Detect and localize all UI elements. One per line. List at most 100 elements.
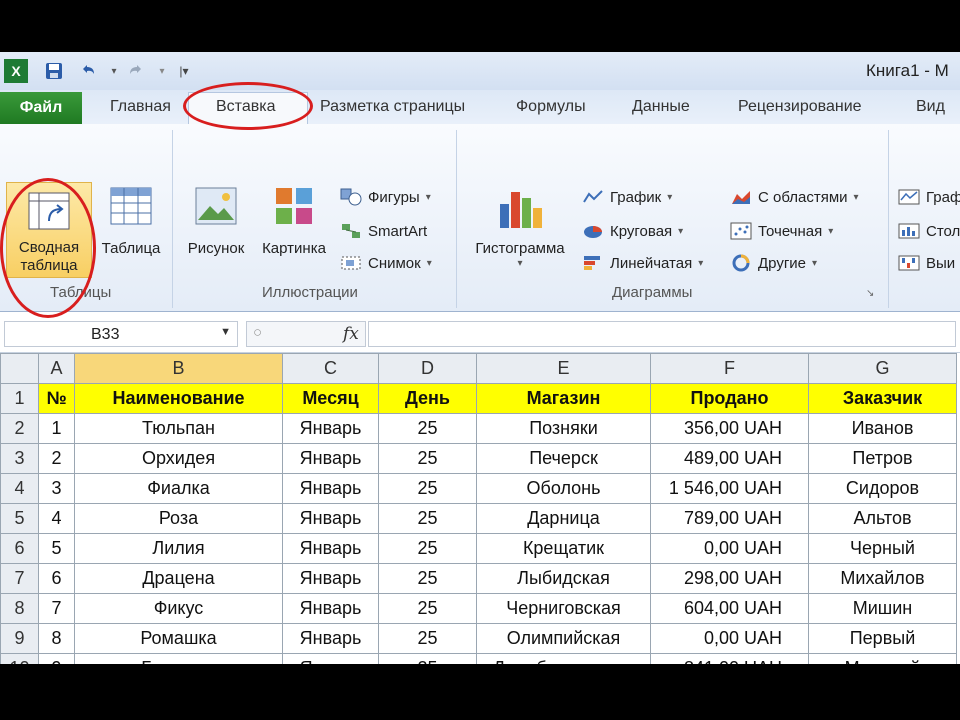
picture-button[interactable]: Рисунок xyxy=(180,186,252,258)
name-box[interactable]: B33 ▼ xyxy=(4,321,238,347)
customize-icon[interactable]: |▾ xyxy=(172,59,196,83)
table-cell[interactable]: Фикус xyxy=(74,593,283,624)
row-header[interactable]: 8 xyxy=(0,593,39,624)
row-header[interactable]: 3 xyxy=(0,443,39,474)
table-cell[interactable]: Михайлов xyxy=(808,563,957,594)
header-cell[interactable]: Заказчик xyxy=(808,383,957,414)
table-cell[interactable]: Орхидея xyxy=(74,443,283,474)
table-cell[interactable]: 356,00 UAH xyxy=(650,413,809,444)
header-cell[interactable]: Продано xyxy=(650,383,809,414)
table-cell[interactable]: Январь xyxy=(282,413,379,444)
chevron-down-icon[interactable]: ▼ xyxy=(220,326,231,338)
table-cell[interactable]: 25 xyxy=(378,623,477,654)
table-cell[interactable]: Петров xyxy=(808,443,957,474)
table-cell[interactable]: Альтов xyxy=(808,503,957,534)
column-header-c[interactable]: C xyxy=(282,353,379,384)
table-cell[interactable]: Январь xyxy=(282,623,379,654)
redo-dropdown-icon[interactable]: ▾ xyxy=(150,59,174,83)
scatter-chart-button[interactable]: Точечная ▾ xyxy=(730,222,833,240)
table-cell[interactable]: 25 xyxy=(378,533,477,564)
row-header[interactable]: 1 xyxy=(0,383,39,414)
header-cell[interactable]: Магазин xyxy=(476,383,651,414)
column-header-e[interactable]: E xyxy=(476,353,651,384)
insert-function-button[interactable]: fx xyxy=(343,324,359,344)
table-cell[interactable]: 4 xyxy=(38,503,75,534)
table-cell[interactable]: Лилия xyxy=(74,533,283,564)
smartart-button[interactable]: SmartArt xyxy=(340,222,427,240)
table-cell[interactable]: 25 xyxy=(378,653,477,664)
tab-view[interactable]: Вид xyxy=(916,98,945,116)
table-cell[interactable]: Сидоров xyxy=(808,473,957,504)
dialog-launcher-icon[interactable]: ↘ xyxy=(866,288,874,299)
table-cell[interactable]: 3 xyxy=(38,473,75,504)
pie-chart-button[interactable]: Круговая ▾ xyxy=(582,222,683,240)
table-cell[interactable]: 25 xyxy=(378,473,477,504)
formula-input[interactable] xyxy=(368,321,956,347)
table-cell[interactable]: 0,00 UAH xyxy=(650,623,809,654)
undo-dropdown-icon[interactable]: ▾ xyxy=(102,59,126,83)
row-header[interactable]: 5 xyxy=(0,503,39,534)
tab-page-layout[interactable]: Разметка страницы xyxy=(320,98,465,116)
table-cell[interactable]: Олимпийская xyxy=(476,623,651,654)
row-header[interactable]: 6 xyxy=(0,533,39,564)
line-chart-button[interactable]: График ▾ xyxy=(582,188,672,206)
table-button[interactable]: Таблица xyxy=(96,186,166,258)
header-cell[interactable]: № xyxy=(38,383,75,414)
row-header[interactable]: 10 xyxy=(0,653,39,664)
tab-formulas[interactable]: Формулы xyxy=(516,98,586,116)
table-cell[interactable]: Январь xyxy=(282,443,379,474)
header-cell[interactable]: Месяц xyxy=(282,383,379,414)
table-cell[interactable]: Иванов xyxy=(808,413,957,444)
table-cell[interactable]: 25 xyxy=(378,563,477,594)
table-cell[interactable]: Январь xyxy=(282,533,379,564)
screenshot-button[interactable]: Снимок ▾ xyxy=(340,254,432,272)
table-cell[interactable]: 25 xyxy=(378,503,477,534)
resize-handle-icon[interactable]: ○ xyxy=(253,324,262,341)
header-cell[interactable]: День xyxy=(378,383,477,414)
table-cell[interactable]: Фиалка xyxy=(74,473,283,504)
table-cell[interactable]: Январь xyxy=(282,473,379,504)
table-cell[interactable]: 1 546,00 UAH xyxy=(650,473,809,504)
table-cell[interactable]: Черниговская xyxy=(476,593,651,624)
table-cell[interactable]: 7 xyxy=(38,593,75,624)
row-header[interactable]: 9 xyxy=(0,623,39,654)
table-cell[interactable]: 604,00 UAH xyxy=(650,593,809,624)
column-header-f[interactable]: F xyxy=(650,353,809,384)
table-cell[interactable]: 1 xyxy=(38,413,75,444)
table-cell[interactable]: Первый xyxy=(808,623,957,654)
column-header-b[interactable]: B xyxy=(74,353,283,384)
table-cell[interactable]: Январь xyxy=(282,563,379,594)
column-chart-button[interactable]: Гистограмма ▾ xyxy=(464,186,576,269)
table-cell[interactable]: Январь xyxy=(282,503,379,534)
table-cell[interactable]: 25 xyxy=(378,443,477,474)
clipart-button[interactable]: Картинка xyxy=(256,186,332,258)
table-cell[interactable]: 25 xyxy=(378,593,477,624)
column-header-g[interactable]: G xyxy=(808,353,957,384)
table-cell[interactable]: Печерск xyxy=(476,443,651,474)
tab-review[interactable]: Рецензирование xyxy=(738,98,862,116)
redo-icon[interactable] xyxy=(124,59,148,83)
save-icon[interactable] xyxy=(42,59,66,83)
table-cell[interactable]: 2 xyxy=(38,443,75,474)
table-cell[interactable]: 0,00 UAH xyxy=(650,533,809,564)
table-cell[interactable]: Позняки xyxy=(476,413,651,444)
table-cell[interactable]: 489,00 UAH xyxy=(650,443,809,474)
column-header-a[interactable]: A xyxy=(38,353,75,384)
header-cell[interactable]: Наименование xyxy=(74,383,283,414)
undo-icon[interactable] xyxy=(76,59,100,83)
bar-chart-button[interactable]: Линейчатая ▾ xyxy=(582,254,703,272)
table-cell[interactable]: Тюльпан xyxy=(74,413,283,444)
tab-file[interactable]: Файл xyxy=(0,92,82,124)
table-cell[interactable]: Черный xyxy=(808,533,957,564)
row-header[interactable]: 7 xyxy=(0,563,39,594)
table-cell[interactable]: Ромашка xyxy=(74,623,283,654)
sparkline-column-button[interactable]: Стол xyxy=(898,222,960,240)
table-cell[interactable]: Дарница xyxy=(476,503,651,534)
table-cell[interactable]: Оболонь xyxy=(476,473,651,504)
table-cell[interactable]: 8 xyxy=(38,623,75,654)
table-cell[interactable]: Молодой xyxy=(808,653,957,664)
tab-home[interactable]: Главная xyxy=(110,98,171,116)
other-charts-button[interactable]: Другие ▾ xyxy=(730,254,817,272)
sparkline-winloss-button[interactable]: Выи xyxy=(898,254,955,272)
table-cell[interactable]: Январь xyxy=(282,653,379,664)
